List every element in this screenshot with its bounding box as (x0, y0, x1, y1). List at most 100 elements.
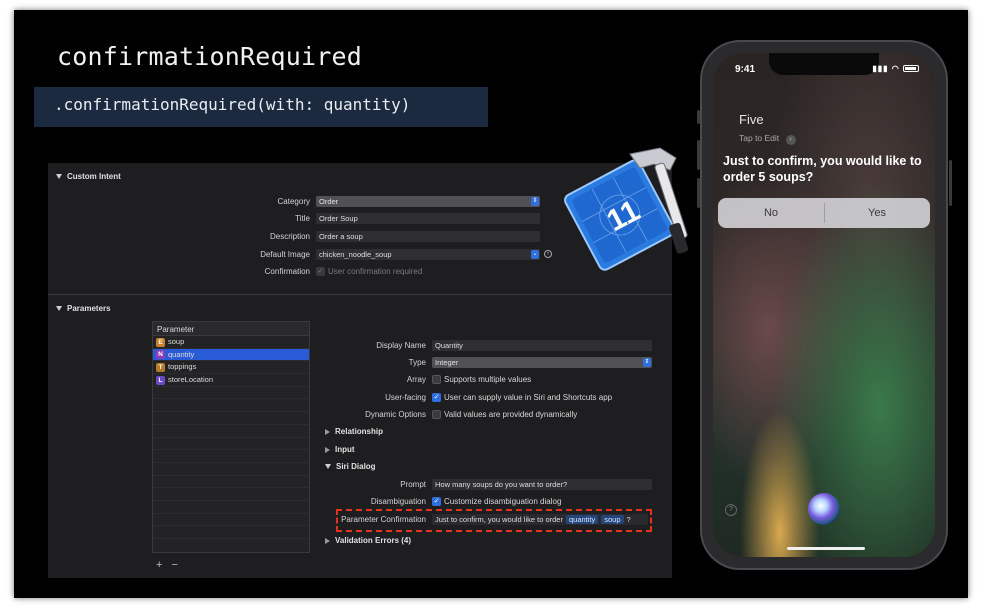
parameter-edit-controls: + − (156, 559, 178, 571)
parameter-row-soup[interactable]: Esoup (153, 336, 309, 349)
disclosure-triangle-icon[interactable] (325, 446, 330, 453)
array-text: Supports multiple values (444, 375, 532, 384)
user-facing-label: User-facing (385, 393, 426, 402)
description-label: Description (269, 232, 310, 241)
display-name-field[interactable]: Quantity (432, 340, 652, 351)
empty-row (153, 526, 309, 539)
empty-row (153, 514, 309, 527)
dynamic-options-checkbox[interactable] (432, 410, 441, 419)
location-badge-icon: L (156, 375, 165, 385)
number-badge-icon: N (156, 350, 165, 360)
code-snippet: .confirmationRequired(with: quantity) (54, 95, 411, 114)
signal-icon: ▮▮▮ (872, 64, 889, 73)
disclosure-triangle-icon[interactable] (56, 306, 62, 312)
side-button (949, 160, 952, 206)
dynamic-options-label: Dynamic Options (365, 410, 426, 419)
highlight-box (336, 509, 652, 532)
parameter-name: toppings (168, 362, 197, 372)
status-icons: ▮▮▮ ◠ (872, 64, 919, 73)
parameter-name: soup (168, 337, 185, 346)
default-image-label: Default Image (260, 250, 310, 259)
disclosure-triangle-icon[interactable] (325, 428, 330, 435)
notch (769, 53, 879, 75)
parameter-name: storeLocation (168, 375, 214, 385)
slide: confirmationRequired .confirmationRequir… (14, 10, 968, 598)
user-facing-checkbox[interactable]: ✓ (432, 393, 441, 402)
user-facing-text: User can supply value in Siri and Shortc… (444, 393, 613, 402)
empty-row (153, 387, 309, 400)
empty-row (153, 425, 309, 438)
type-value: Integer (435, 358, 459, 367)
no-button[interactable]: No (718, 198, 824, 228)
disclosure-triangle-icon[interactable] (325, 537, 330, 544)
home-indicator[interactable] (787, 547, 865, 550)
default-image-value: chicken_noodle_soup (319, 250, 392, 259)
help-icon[interactable]: ? (725, 504, 737, 516)
confirmation-checkbox[interactable]: ✓ (316, 267, 325, 276)
siri-response: Just to confirm, you would like to order… (723, 154, 922, 184)
disclosure-triangle-icon[interactable] (56, 174, 62, 180)
code-banner: .confirmationRequired(with: quantity) (34, 87, 488, 127)
type-label: Type (408, 358, 426, 367)
enum-badge-icon: E (156, 337, 165, 347)
remove-parameter-button[interactable]: − (172, 559, 178, 571)
siri-screen: 9:41 ▮▮▮ ◠ Five Tap to Edit › Just to co… (713, 53, 935, 557)
siri-orb-icon[interactable] (808, 493, 840, 525)
parameter-row-storelocation[interactable]: LstoreLocation (153, 374, 309, 387)
category-value: Order (319, 197, 339, 206)
empty-row (153, 501, 309, 514)
confirmation-text: User confirmation required (328, 267, 423, 276)
empty-row (153, 450, 309, 463)
disambiguation-checkbox[interactable]: ✓ (432, 497, 441, 506)
input-section[interactable]: Input (325, 445, 355, 454)
status-time: 9:41 (735, 64, 756, 75)
disclosure-triangle-icon[interactable] (325, 464, 331, 470)
slide-title: confirmationRequired (57, 42, 363, 71)
array-label: Array (406, 375, 426, 384)
battery-icon (903, 65, 919, 73)
siri-query: Five (739, 112, 764, 127)
parameter-name: quantity (168, 349, 195, 359)
add-parameter-button[interactable]: + (156, 559, 162, 571)
xcode-icon: 11 (564, 147, 689, 271)
empty-row (153, 438, 309, 451)
relationship-section[interactable]: Relationship (325, 427, 383, 436)
dropdown-chevron-icon[interactable]: ⌄ (531, 250, 539, 259)
category-label: Category (277, 197, 310, 206)
validation-errors-section[interactable]: Validation Errors (4) (325, 536, 411, 545)
wifi-icon: ◠ (891, 64, 900, 73)
title-field[interactable]: Order Soup (316, 213, 540, 224)
popup-stepper-icon: ⇕ (531, 197, 539, 206)
chevron-right-icon[interactable]: › (785, 135, 796, 145)
popup-stepper-icon: ⇕ (643, 358, 651, 367)
type-badge-icon: T (156, 362, 165, 372)
parameters-header[interactable]: Parameters (56, 304, 111, 313)
parameter-row-quantity[interactable]: Nquantity (153, 348, 309, 362)
array-checkbox[interactable] (432, 375, 441, 384)
empty-row (153, 412, 309, 425)
default-image-field[interactable]: chicken_noodle_soup ⌄ (316, 249, 540, 260)
tap-to-edit[interactable]: Tap to Edit › (739, 133, 796, 145)
empty-row (153, 488, 309, 501)
type-popup[interactable]: Integer ⇕ (432, 357, 652, 368)
category-popup[interactable]: Order ⇕ (316, 196, 540, 207)
prompt-field[interactable]: How many soups do you want to order? (432, 479, 652, 490)
parameter-list: Parameter Esoup Nquantity Ttoppings Lsto… (152, 321, 310, 553)
empty-row (153, 399, 309, 413)
prompt-label: Prompt (400, 480, 426, 489)
divider (48, 294, 672, 295)
parameter-column-header: Parameter (153, 322, 309, 336)
confirmation-buttons: No Yes (718, 198, 930, 228)
custom-intent-header[interactable]: Custom Intent (56, 172, 121, 181)
disambiguation-text: Customize disambiguation dialog (444, 497, 562, 506)
empty-row (153, 463, 309, 476)
parameter-row-toppings[interactable]: Ttoppings (153, 361, 309, 375)
go-arrow-icon[interactable]: › (544, 250, 552, 258)
description-field[interactable]: Order a soup (316, 231, 540, 242)
yes-button[interactable]: Yes (824, 198, 930, 228)
title-label: Title (295, 214, 310, 223)
dynamic-options-text: Valid values are provided dynamically (444, 410, 578, 419)
disambiguation-label: Disambiguation (370, 497, 426, 506)
siri-dialog-section[interactable]: Siri Dialog (325, 462, 376, 471)
empty-row (153, 476, 309, 489)
